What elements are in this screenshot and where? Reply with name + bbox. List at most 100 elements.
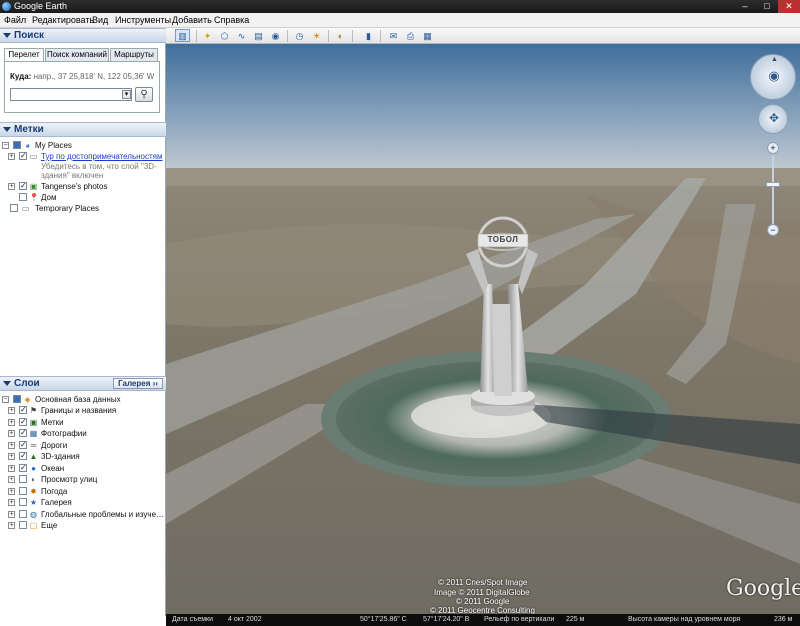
email-icon[interactable]: ✉	[386, 29, 401, 42]
layer-checkbox[interactable]: ✓	[19, 440, 27, 449]
tour-checkbox[interactable]: ✓	[19, 152, 27, 160]
menu-edit[interactable]: Редактировать	[32, 13, 94, 28]
record-tour-icon[interactable]: ◉	[268, 29, 283, 42]
north-arrow-icon[interactable]: ▲	[771, 56, 778, 63]
zoom-slider-handle[interactable]	[766, 182, 780, 187]
layer-item[interactable]: + ✸ Погода	[8, 486, 164, 497]
add-overlay-icon[interactable]: ▤	[251, 29, 266, 42]
toolbar-separator	[287, 30, 288, 42]
expand-icon[interactable]: +	[8, 487, 15, 495]
copyright-line: © 2011 Cnes/Spot Image	[438, 578, 528, 587]
tab-fly-to[interactable]: Перелет	[4, 48, 44, 62]
layer-checkbox[interactable]	[19, 486, 27, 495]
tree-temporary-places[interactable]: ▭ Temporary Places	[2, 203, 162, 214]
ruler-icon[interactable]: ▮	[361, 29, 376, 42]
places-panel-header[interactable]: Метки	[0, 122, 166, 137]
zoom-in-icon[interactable]: +	[767, 142, 779, 154]
search-button[interactable]: ⚲	[135, 87, 153, 102]
layer-item[interactable]: + ✓ ▦ Фотографии	[8, 428, 164, 439]
tree-photos[interactable]: + ✓ ▣ Tangense's photos	[8, 181, 164, 192]
expand-icon[interactable]: +	[8, 430, 15, 437]
minimize-icon[interactable]: –	[734, 0, 756, 13]
expand-icon[interactable]: −	[2, 396, 9, 403]
temporary-places-checkbox[interactable]	[10, 204, 18, 212]
add-polygon-icon[interactable]: ⬠	[217, 29, 232, 42]
layer-checkbox[interactable]: ✓	[19, 429, 27, 437]
layer-item[interactable]: + ✓ ⚑ Границы и названия	[8, 405, 164, 416]
layer-item[interactable]: + ◐ Просмотр улиц	[8, 474, 164, 485]
sidebar-toggle-icon[interactable]: ▥	[175, 29, 190, 42]
sidebar: Поиск Перелет Поиск компаний Маршруты Ку…	[0, 28, 166, 626]
zoom-slider-track[interactable]	[772, 156, 774, 224]
layer-checkbox[interactable]	[19, 521, 27, 529]
map-view[interactable]: ТОБОЛ ◉ ▲ ✥ + − © 2011 Cnes/Spot Image I…	[166, 44, 800, 614]
layer-item[interactable]: + ✓ ▲ 3D-здания	[8, 451, 164, 462]
menu-add[interactable]: Добавить	[172, 13, 212, 28]
photos-checkbox[interactable]: ✓	[19, 182, 27, 190]
menu-help[interactable]: Справка	[214, 13, 249, 28]
toolbar-separator	[380, 30, 381, 42]
monument-sign: ТОБОЛ	[487, 235, 519, 244]
layer-item[interactable]: + ✓ ● Океан	[8, 463, 164, 474]
menu-view[interactable]: Вид	[92, 13, 108, 28]
layer-checkbox[interactable]	[19, 498, 27, 506]
layer-item[interactable]: + ▢ Еще	[8, 520, 164, 531]
menu-file[interactable]: Файл	[4, 13, 26, 28]
expand-icon[interactable]: +	[8, 153, 15, 160]
layers-panel-title: Слои	[14, 378, 40, 389]
look-joystick[interactable]: ◉ ▲	[750, 54, 796, 100]
zoom-out-icon[interactable]: −	[767, 224, 779, 236]
maximize-icon[interactable]: □	[756, 0, 778, 13]
add-placemark-icon[interactable]: ✦	[200, 29, 215, 42]
add-path-icon[interactable]: ∿	[234, 29, 249, 42]
expand-icon[interactable]: −	[2, 142, 9, 149]
fly-to-input[interactable]	[10, 88, 132, 101]
close-icon[interactable]: ✕	[778, 0, 800, 13]
layer-checkbox[interactable]: ✓	[19, 417, 27, 426]
layer-checkbox[interactable]: ✓	[19, 463, 27, 472]
expand-icon[interactable]: +	[8, 522, 15, 529]
layer-item[interactable]: + ✓ ═ Дороги	[8, 440, 164, 451]
flag-icon: ⚑	[29, 406, 38, 415]
layer-item[interactable]: + ◍ Глобальные проблемы и изуче…	[8, 509, 164, 520]
layer-item[interactable]: + ✓ ▣ Метки	[8, 417, 164, 428]
my-places-checkbox[interactable]	[13, 141, 21, 149]
layer-label: Глобальные проблемы и изуче…	[41, 509, 165, 519]
dropdown-icon[interactable]: ▾	[122, 90, 131, 99]
expand-icon[interactable]: +	[8, 499, 15, 506]
tab-directions[interactable]: Маршруты	[110, 48, 158, 61]
primary-database-checkbox[interactable]	[13, 395, 21, 403]
layer-checkbox[interactable]	[19, 475, 27, 483]
layer-item[interactable]: + ★ Галерея	[8, 497, 164, 508]
home-checkbox[interactable]	[19, 193, 27, 201]
planets-icon[interactable]: ◐	[333, 29, 348, 42]
view-in-maps-icon[interactable]: ▦	[420, 29, 435, 42]
expand-icon[interactable]: +	[8, 464, 15, 472]
expand-icon[interactable]: +	[8, 453, 15, 460]
move-joystick[interactable]: ✥	[758, 104, 788, 134]
expand-icon[interactable]: +	[8, 441, 15, 449]
terrain-exaggeration-label: Рельеф по вертикали	[484, 616, 555, 623]
layer-checkbox[interactable]: ✓	[19, 406, 27, 414]
historical-imagery-icon[interactable]: ◷	[292, 29, 307, 42]
search-panel-header[interactable]: Поиск	[0, 28, 166, 43]
tree-primary-database[interactable]: − ◈ Основная база данных	[2, 394, 162, 405]
placemark-icon: ▣	[29, 417, 38, 427]
toolbar-separator	[352, 30, 353, 42]
expand-icon[interactable]: +	[8, 407, 15, 414]
longitude: 57°17'24.20" В	[423, 616, 470, 623]
tab-find-businesses[interactable]: Поиск компаний	[45, 48, 109, 61]
expand-icon[interactable]: +	[8, 510, 15, 518]
layer-label: Океан	[41, 463, 65, 473]
expand-icon[interactable]: +	[8, 418, 15, 426]
sunlight-icon[interactable]: ☀	[309, 29, 324, 42]
tree-my-places[interactable]: − ◕ My Places	[2, 140, 162, 151]
layer-checkbox[interactable]	[19, 509, 27, 518]
tree-home[interactable]: 📍 Дом	[8, 192, 164, 203]
expand-icon[interactable]: +	[8, 476, 15, 483]
menu-tools[interactable]: Инструменты	[115, 13, 171, 28]
gallery-button[interactable]: Галерея ››	[113, 378, 163, 389]
print-icon[interactable]: ⎙	[403, 29, 418, 42]
expand-icon[interactable]: +	[8, 183, 15, 190]
layer-checkbox[interactable]: ✓	[19, 452, 27, 460]
